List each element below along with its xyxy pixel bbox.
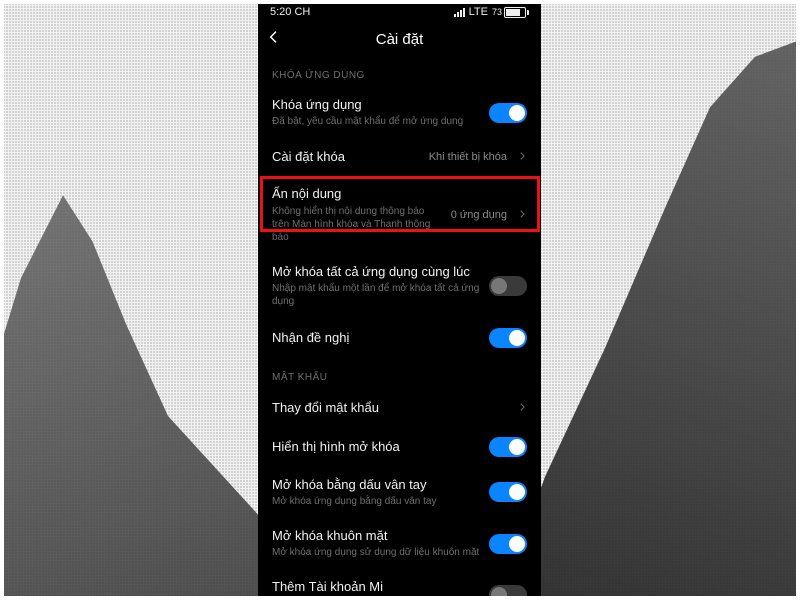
status-right: LTE 73: [454, 6, 529, 18]
section-password: MẬT KHẨU: [272, 372, 527, 383]
fingerprint-toggle[interactable]: [489, 482, 527, 502]
fingerprint-label: Mở khóa bằng dấu vân tay: [272, 477, 481, 493]
unlock-all-toggle[interactable]: [489, 276, 527, 296]
suggest-label: Nhận đề nghị: [272, 330, 481, 346]
lock-app-label: Khóa ứng dụng: [272, 97, 481, 113]
show-pattern-label: Hiển thị hình mở khóa: [272, 439, 481, 455]
row-unlock-all[interactable]: Mở khóa tất cả ứng dụng cùng lúc Nhập mậ…: [272, 254, 527, 318]
change-password-label: Thay đổi mật khẩu: [272, 400, 507, 416]
show-pattern-toggle[interactable]: [489, 437, 527, 457]
hide-content-sub: Không hiển thị nội dung thông báo trên M…: [272, 205, 443, 244]
chevron-right-icon: [517, 148, 527, 166]
row-lock-setting[interactable]: Cài đặt khóa Khi thiết bị khóa: [272, 138, 527, 176]
battery-icon: 73: [492, 7, 529, 18]
lock-app-sub: Đã bật, yêu cầu mật khẩu để mở ứng dụng: [272, 115, 481, 128]
composition: 5:20 CH LTE 73 Cài đặt KHÓA ỨNG DỤNG Khó…: [0, 0, 800, 600]
header: Cài đặt: [258, 22, 541, 56]
unlock-all-sub: Nhập mật khẩu một lần để mở khóa tất cả …: [272, 282, 481, 308]
lock-setting-value: Khi thiết bị khóa: [429, 151, 507, 163]
status-bar: 5:20 CH LTE 73: [258, 0, 541, 22]
unlock-all-label: Mở khóa tất cả ứng dụng cùng lúc: [272, 264, 481, 280]
row-mi-account[interactable]: Thêm Tài khoản Mi Sử dụng Tài khoản Mi đ…: [272, 569, 527, 600]
back-button[interactable]: [266, 29, 286, 49]
network-label: LTE: [469, 6, 488, 18]
row-fingerprint[interactable]: Mở khóa bằng dấu vân tay Mở khóa ứng dụn…: [272, 467, 527, 518]
status-time: 5:20 CH: [270, 6, 310, 18]
chevron-right-icon: [517, 399, 527, 417]
face-label: Mở khóa khuôn mặt: [272, 528, 481, 544]
hide-content-label: Ẩn nội dung: [272, 186, 443, 202]
page-title: Cài đặt: [376, 31, 424, 48]
row-hide-content[interactable]: Ẩn nội dung Không hiển thị nội dung thôn…: [272, 176, 527, 253]
phone-screen: 5:20 CH LTE 73 Cài đặt KHÓA ỨNG DỤNG Khó…: [258, 0, 541, 600]
row-suggest[interactable]: Nhận đề nghị: [272, 318, 527, 358]
face-sub: Mở khóa ứng dụng sử dụng dữ liệu khuôn m…: [272, 546, 481, 559]
settings-list: KHÓA ỨNG DỤNG Khóa ứng dụng Đã bật, yêu …: [258, 70, 541, 600]
fingerprint-sub: Mở khóa ứng dụng bằng dấu vân tay: [272, 495, 481, 508]
chevron-left-icon: [266, 29, 282, 45]
chevron-right-icon: [517, 206, 527, 224]
row-show-pattern[interactable]: Hiển thị hình mở khóa: [272, 427, 527, 467]
hide-content-value: 0 ứng dụng: [451, 209, 507, 221]
lock-app-toggle[interactable]: [489, 103, 527, 123]
mi-account-toggle[interactable]: [489, 585, 527, 600]
row-lock-app[interactable]: Khóa ứng dụng Đã bật, yêu cầu mật khẩu đ…: [272, 87, 527, 138]
section-app-lock: KHÓA ỨNG DỤNG: [272, 70, 527, 81]
row-face[interactable]: Mở khóa khuôn mặt Mở khóa ứng dụng sử dụ…: [272, 518, 527, 569]
mi-account-label: Thêm Tài khoản Mi: [272, 579, 481, 595]
signal-icon: [454, 8, 465, 17]
lock-setting-label: Cài đặt khóa: [272, 149, 421, 165]
face-toggle[interactable]: [489, 534, 527, 554]
suggest-toggle[interactable]: [489, 328, 527, 348]
battery-pct: 73: [492, 7, 502, 17]
row-change-password[interactable]: Thay đổi mật khẩu: [272, 389, 527, 427]
